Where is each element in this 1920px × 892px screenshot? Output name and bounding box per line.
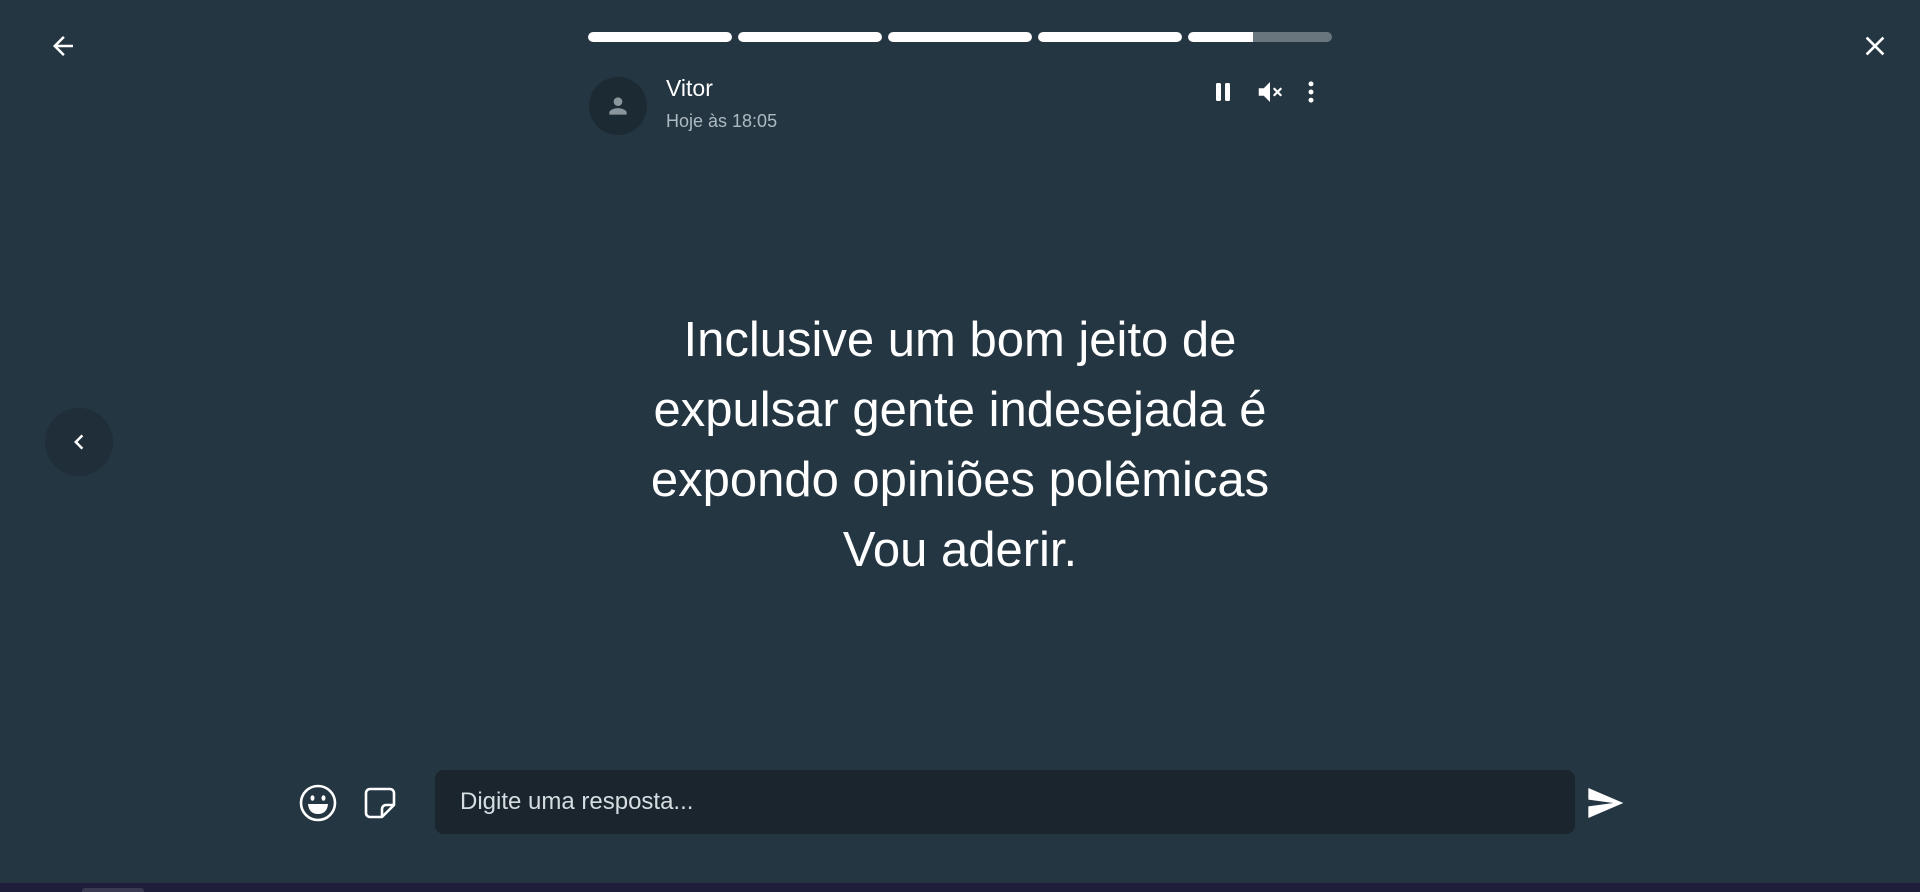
progress-segment (1188, 32, 1332, 42)
author-name: Vitor (666, 75, 713, 101)
progress-segment (1038, 32, 1182, 42)
progress-segment (888, 32, 1032, 42)
more-vertical-icon (1308, 81, 1314, 103)
emoji-button[interactable] (295, 780, 341, 826)
status-viewer: Vitor Hoje às 18:05 Inclusive um bom jei… (0, 0, 1920, 883)
taskbar-tab (82, 888, 144, 892)
chevron-left-icon (74, 434, 84, 450)
back-button[interactable] (43, 26, 83, 66)
progress-segment-fill (738, 32, 882, 42)
reply-bar (290, 770, 1630, 836)
story-timestamp: Hoje às 18:05 (666, 111, 778, 131)
volume-muted-icon (1258, 82, 1282, 102)
previous-story-button[interactable] (45, 408, 113, 476)
progress-segment-fill (888, 32, 1032, 42)
menu-button[interactable] (1294, 75, 1328, 109)
story-progress (588, 32, 1332, 42)
reply-input[interactable] (435, 770, 1575, 834)
progress-segment (738, 32, 882, 42)
arrow-left-icon (53, 36, 73, 56)
taskbar-edge (0, 883, 1920, 892)
mute-button[interactable] (1253, 75, 1287, 109)
sticker-button[interactable] (357, 780, 403, 826)
close-button[interactable] (1855, 26, 1895, 66)
story-text: Inclusive um bom jeito de expulsar gente… (650, 313, 1270, 577)
pause-icon (1216, 83, 1230, 101)
story-header: Vitor Hoje às 18:05 (589, 75, 1333, 137)
progress-segment-fill (588, 32, 732, 42)
pause-button[interactable] (1206, 75, 1240, 109)
progress-segment-fill (1038, 32, 1182, 42)
close-icon (1865, 36, 1885, 56)
sticker-icon (364, 787, 396, 819)
send-button[interactable] (1580, 778, 1630, 828)
progress-segment-fill (1188, 32, 1253, 42)
send-icon (1588, 788, 1624, 818)
progress-segment (588, 32, 732, 42)
person-icon (609, 97, 627, 115)
emoji-icon (299, 784, 337, 822)
avatar[interactable] (589, 77, 647, 135)
